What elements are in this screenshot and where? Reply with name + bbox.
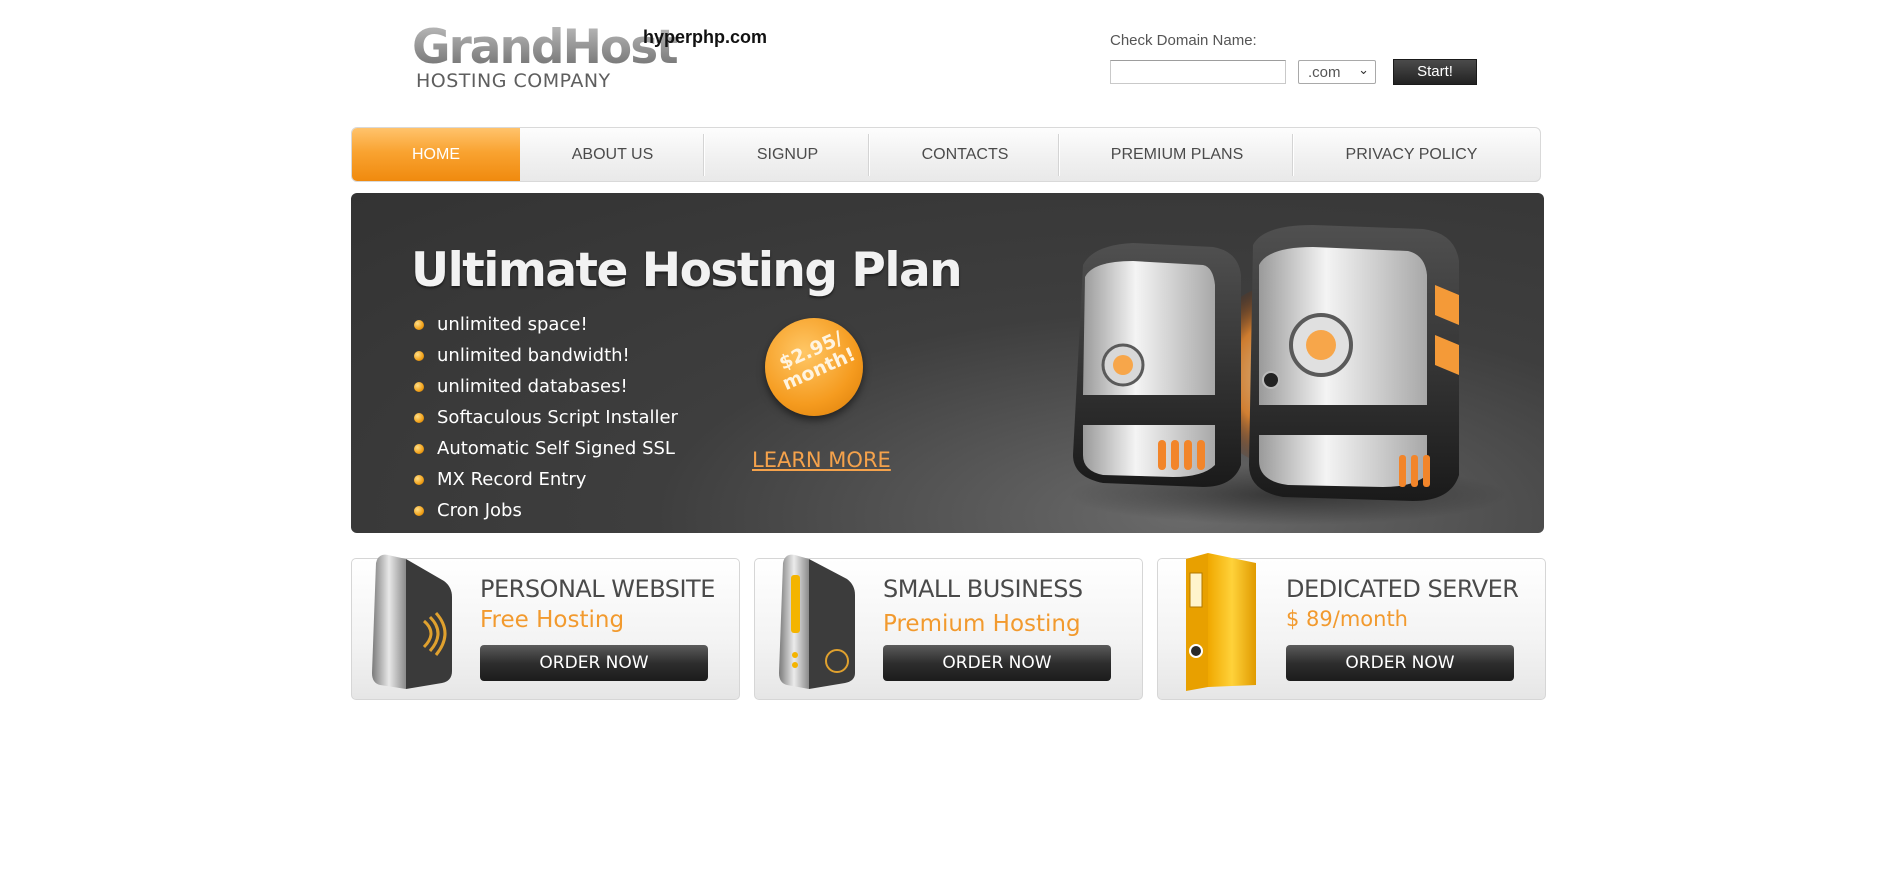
hero-banner: Ultimate Hosting Plan unlimited space! u… xyxy=(351,193,1544,533)
feature-text: unlimited space! xyxy=(437,314,588,335)
feature-text: Cron Jobs xyxy=(437,500,522,521)
list-item: Cron Jobs xyxy=(412,495,678,526)
product-subtitle: Premium Hosting xyxy=(883,611,1081,637)
feature-list: unlimited space! unlimited bandwidth! un… xyxy=(412,309,678,526)
bullet-icon xyxy=(414,444,424,454)
product-card-dedicated: DEDICATED SERVER $ 89/month ORDER NOW xyxy=(1157,553,1546,700)
nav-item-privacy-policy[interactable]: PRIVACY POLICY xyxy=(1294,128,1529,181)
list-item: Softaculous Script Installer xyxy=(412,402,678,433)
list-item: unlimited bandwidth! xyxy=(412,340,678,371)
logo-subtitle: HOSTING COMPANY xyxy=(416,70,611,92)
bullet-icon xyxy=(414,506,424,516)
personal-server-icon xyxy=(372,554,452,689)
list-item: unlimited space! xyxy=(412,309,678,340)
bullet-icon xyxy=(414,351,424,361)
nav-item-home[interactable]: HOME xyxy=(352,128,520,181)
bullet-icon xyxy=(414,413,424,423)
product-title: PERSONAL WEBSITE xyxy=(480,575,715,603)
order-now-button[interactable]: ORDER NOW xyxy=(883,645,1111,681)
bullet-icon xyxy=(414,475,424,485)
bullet-icon xyxy=(414,382,424,392)
price-text: $2.95/ month! xyxy=(770,325,859,395)
site-name: hyperphp.com xyxy=(643,27,768,47)
bullet-icon xyxy=(414,320,424,330)
order-now-button[interactable]: ORDER NOW xyxy=(480,645,708,681)
feature-text: unlimited databases! xyxy=(437,376,628,397)
tld-selected-value: .com xyxy=(1308,64,1341,81)
product-card-small-business: SMALL BUSINESS Premium Hosting ORDER NOW xyxy=(754,554,1143,700)
logo-main-text: GrandHost xyxy=(412,20,679,75)
nav-item-premium-plans[interactable]: PREMIUM PLANS xyxy=(1060,128,1294,181)
nav-item-signup[interactable]: SIGNUP xyxy=(705,128,870,181)
list-item: MX Record Entry xyxy=(412,464,678,495)
main-nav: HOME ABOUT US SIGNUP CONTACTS PREMIUM PL… xyxy=(351,127,1541,182)
order-now-button[interactable]: ORDER NOW xyxy=(1286,645,1514,681)
server-towers-icon xyxy=(1068,225,1508,525)
feature-text: Automatic Self Signed SSL xyxy=(437,438,675,459)
product-subtitle: $ 89/month xyxy=(1286,607,1408,631)
site-logo[interactable]: GrandHost HOSTING COMPANY xyxy=(412,22,679,96)
banner-title: Ultimate Hosting Plan xyxy=(411,243,963,298)
learn-more-link[interactable]: LEARN MORE xyxy=(752,448,891,472)
chevron-down-icon: ⌄ xyxy=(1358,62,1369,77)
nav-item-about-us[interactable]: ABOUT US xyxy=(520,128,705,181)
feature-text: MX Record Entry xyxy=(437,469,587,490)
binder-folder-icon xyxy=(1186,553,1256,691)
product-title: SMALL BUSINESS xyxy=(883,575,1083,603)
product-subtitle: Free Hosting xyxy=(480,607,625,633)
nav-item-contacts[interactable]: CONTACTS xyxy=(870,128,1060,181)
price-badge: $2.95/ month! xyxy=(765,318,863,416)
tld-select[interactable]: .com ⌄ xyxy=(1298,60,1376,84)
product-card-personal: PERSONAL WEBSITE Free Hosting ORDER NOW xyxy=(351,554,740,700)
product-title: DEDICATED SERVER xyxy=(1286,575,1519,603)
domain-name-input[interactable] xyxy=(1110,60,1286,84)
list-item: Automatic Self Signed SSL xyxy=(412,433,678,464)
start-button[interactable]: Start! xyxy=(1393,59,1477,85)
feature-text: Softaculous Script Installer xyxy=(437,407,678,428)
business-server-icon xyxy=(779,554,855,689)
feature-text: unlimited bandwidth! xyxy=(437,345,630,366)
list-item: unlimited databases! xyxy=(412,371,678,402)
domain-check-label: Check Domain Name: xyxy=(1110,32,1257,49)
